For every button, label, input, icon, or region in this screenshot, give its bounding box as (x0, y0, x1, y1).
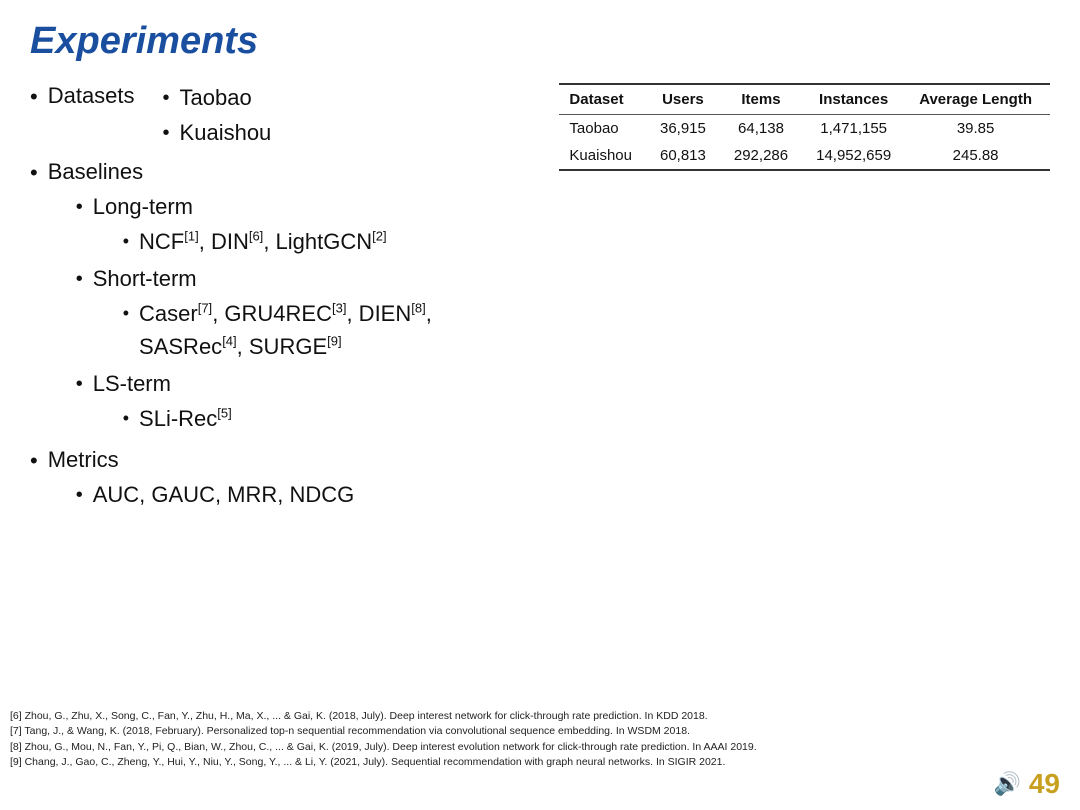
shortterm-item: Short-term Caser[7], GRU4REC[3], DIEN[8]… (76, 262, 520, 365)
metrics-item: Metrics AUC, GAUC, MRR, NDCG (30, 443, 519, 513)
col-header-users: Users (650, 84, 724, 115)
baselines-label: Baselines (48, 159, 143, 184)
surge-sup: [9] (327, 334, 341, 349)
cell-r1-c3: 14,952,659 (806, 142, 909, 170)
longterm-label: Long-term (93, 194, 193, 219)
ref6: [6] Zhou, G., Zhu, X., Song, C., Fan, Y.… (10, 709, 980, 724)
dien-sup: [8] (411, 301, 425, 316)
gru-sup: [3] (332, 301, 346, 316)
datasets-item: Datasets Taobao Kuaishou (30, 79, 519, 151)
metrics-label: Metrics (48, 447, 119, 472)
ref7: [7] Tang, J., & Wang, K. (2018, February… (10, 724, 980, 739)
ncf-sup: [1] (184, 229, 198, 244)
page-footer: 🔊 49 (993, 768, 1060, 800)
shortterm-methods-text: Caser[7], GRU4REC[3], DIEN[8], SASRec[4]… (139, 297, 519, 363)
cell-r1-c4: 245.88 (909, 142, 1050, 170)
baselines-sublist: Long-term NCF[1], DIN[6], LightGCN[2] (76, 190, 520, 437)
lgcn-sup: [2] (372, 229, 386, 244)
left-column: Datasets Taobao Kuaishou Baselines (30, 79, 519, 517)
main-list: Datasets Taobao Kuaishou Baselines (30, 79, 519, 513)
table-row: Kuaishou60,813292,28614,952,659245.88 (559, 142, 1050, 170)
lsterm-item: LS-term SLi-Rec[5] (76, 367, 520, 437)
cell-r0-c0: Taobao (559, 115, 650, 143)
longterm-sublist: NCF[1], DIN[6], LightGCN[2] (123, 225, 387, 258)
din-sup: [6] (249, 229, 263, 244)
col-header-dataset: Dataset (559, 84, 650, 115)
metrics-values: AUC, GAUC, MRR, NDCG (93, 478, 355, 511)
table-row: Taobao36,91564,1381,471,15539.85 (559, 115, 1050, 143)
shortterm-label: Short-term (93, 266, 197, 291)
dataset-table: Dataset Users Items Instances Average Le… (559, 83, 1050, 171)
baselines-item: Baselines Long-term NCF[1], DIN[6], Ligh… (30, 155, 519, 439)
lsterm-label: LS-term (93, 371, 171, 396)
sasrec-sup: [4] (222, 334, 236, 349)
table-container: Dataset Users Items Instances Average Le… (559, 83, 1050, 171)
cell-r0-c2: 64,138 (724, 115, 806, 143)
datasets-label: Datasets (48, 79, 135, 112)
lsterm-sublist: SLi-Rec[5] (123, 402, 232, 435)
page-number: 49 (1029, 768, 1060, 800)
table-body: Taobao36,91564,1381,471,15539.85Kuaishou… (559, 115, 1050, 171)
metrics-values-item: AUC, GAUC, MRR, NDCG (76, 478, 355, 511)
taobao-item: Taobao (163, 81, 272, 114)
taobao-label: Taobao (180, 81, 252, 114)
cell-r1-c0: Kuaishou (559, 142, 650, 170)
metrics-sublist: AUC, GAUC, MRR, NDCG (76, 478, 355, 511)
cell-r0-c3: 1,471,155 (806, 115, 909, 143)
cell-r0-c1: 36,915 (650, 115, 724, 143)
slirec-sup: [5] (217, 406, 231, 421)
shortterm-methods-item: Caser[7], GRU4REC[3], DIEN[8], SASRec[4]… (123, 297, 520, 363)
slirec-text: SLi-Rec[5] (139, 402, 232, 435)
ref9: [9] Chang, J., Gao, C., Zheng, Y., Hui, … (10, 755, 980, 770)
caser-sup: [7] (198, 301, 212, 316)
kuaishou-label: Kuaishou (180, 116, 272, 149)
speaker-icon: 🔊 (993, 771, 1020, 797)
ncf-din-lgcn-item: NCF[1], DIN[6], LightGCN[2] (123, 225, 387, 258)
page-title: Experiments (30, 20, 1050, 63)
slirec-item: SLi-Rec[5] (123, 402, 232, 435)
shortterm-sublist: Caser[7], GRU4REC[3], DIEN[8], SASRec[4]… (123, 297, 520, 363)
cell-r1-c1: 60,813 (650, 142, 724, 170)
cell-r0-c4: 39.85 (909, 115, 1050, 143)
references-section: [6] Zhou, G., Zhu, X., Song, C., Fan, Y.… (10, 709, 980, 770)
col-header-items: Items (724, 84, 806, 115)
kuaishou-item: Kuaishou (163, 116, 272, 149)
table-header-row: Dataset Users Items Instances Average Le… (559, 84, 1050, 115)
cell-r1-c2: 292,286 (724, 142, 806, 170)
col-header-avg-length: Average Length (909, 84, 1050, 115)
col-header-instances: Instances (806, 84, 909, 115)
ncf-din-lgcn-text: NCF[1], DIN[6], LightGCN[2] (139, 225, 387, 258)
datasets-sublist: Taobao Kuaishou (163, 81, 272, 151)
ref8: [8] Zhou, G., Mou, N., Fan, Y., Pi, Q., … (10, 740, 980, 755)
longterm-item: Long-term NCF[1], DIN[6], LightGCN[2] (76, 190, 520, 260)
